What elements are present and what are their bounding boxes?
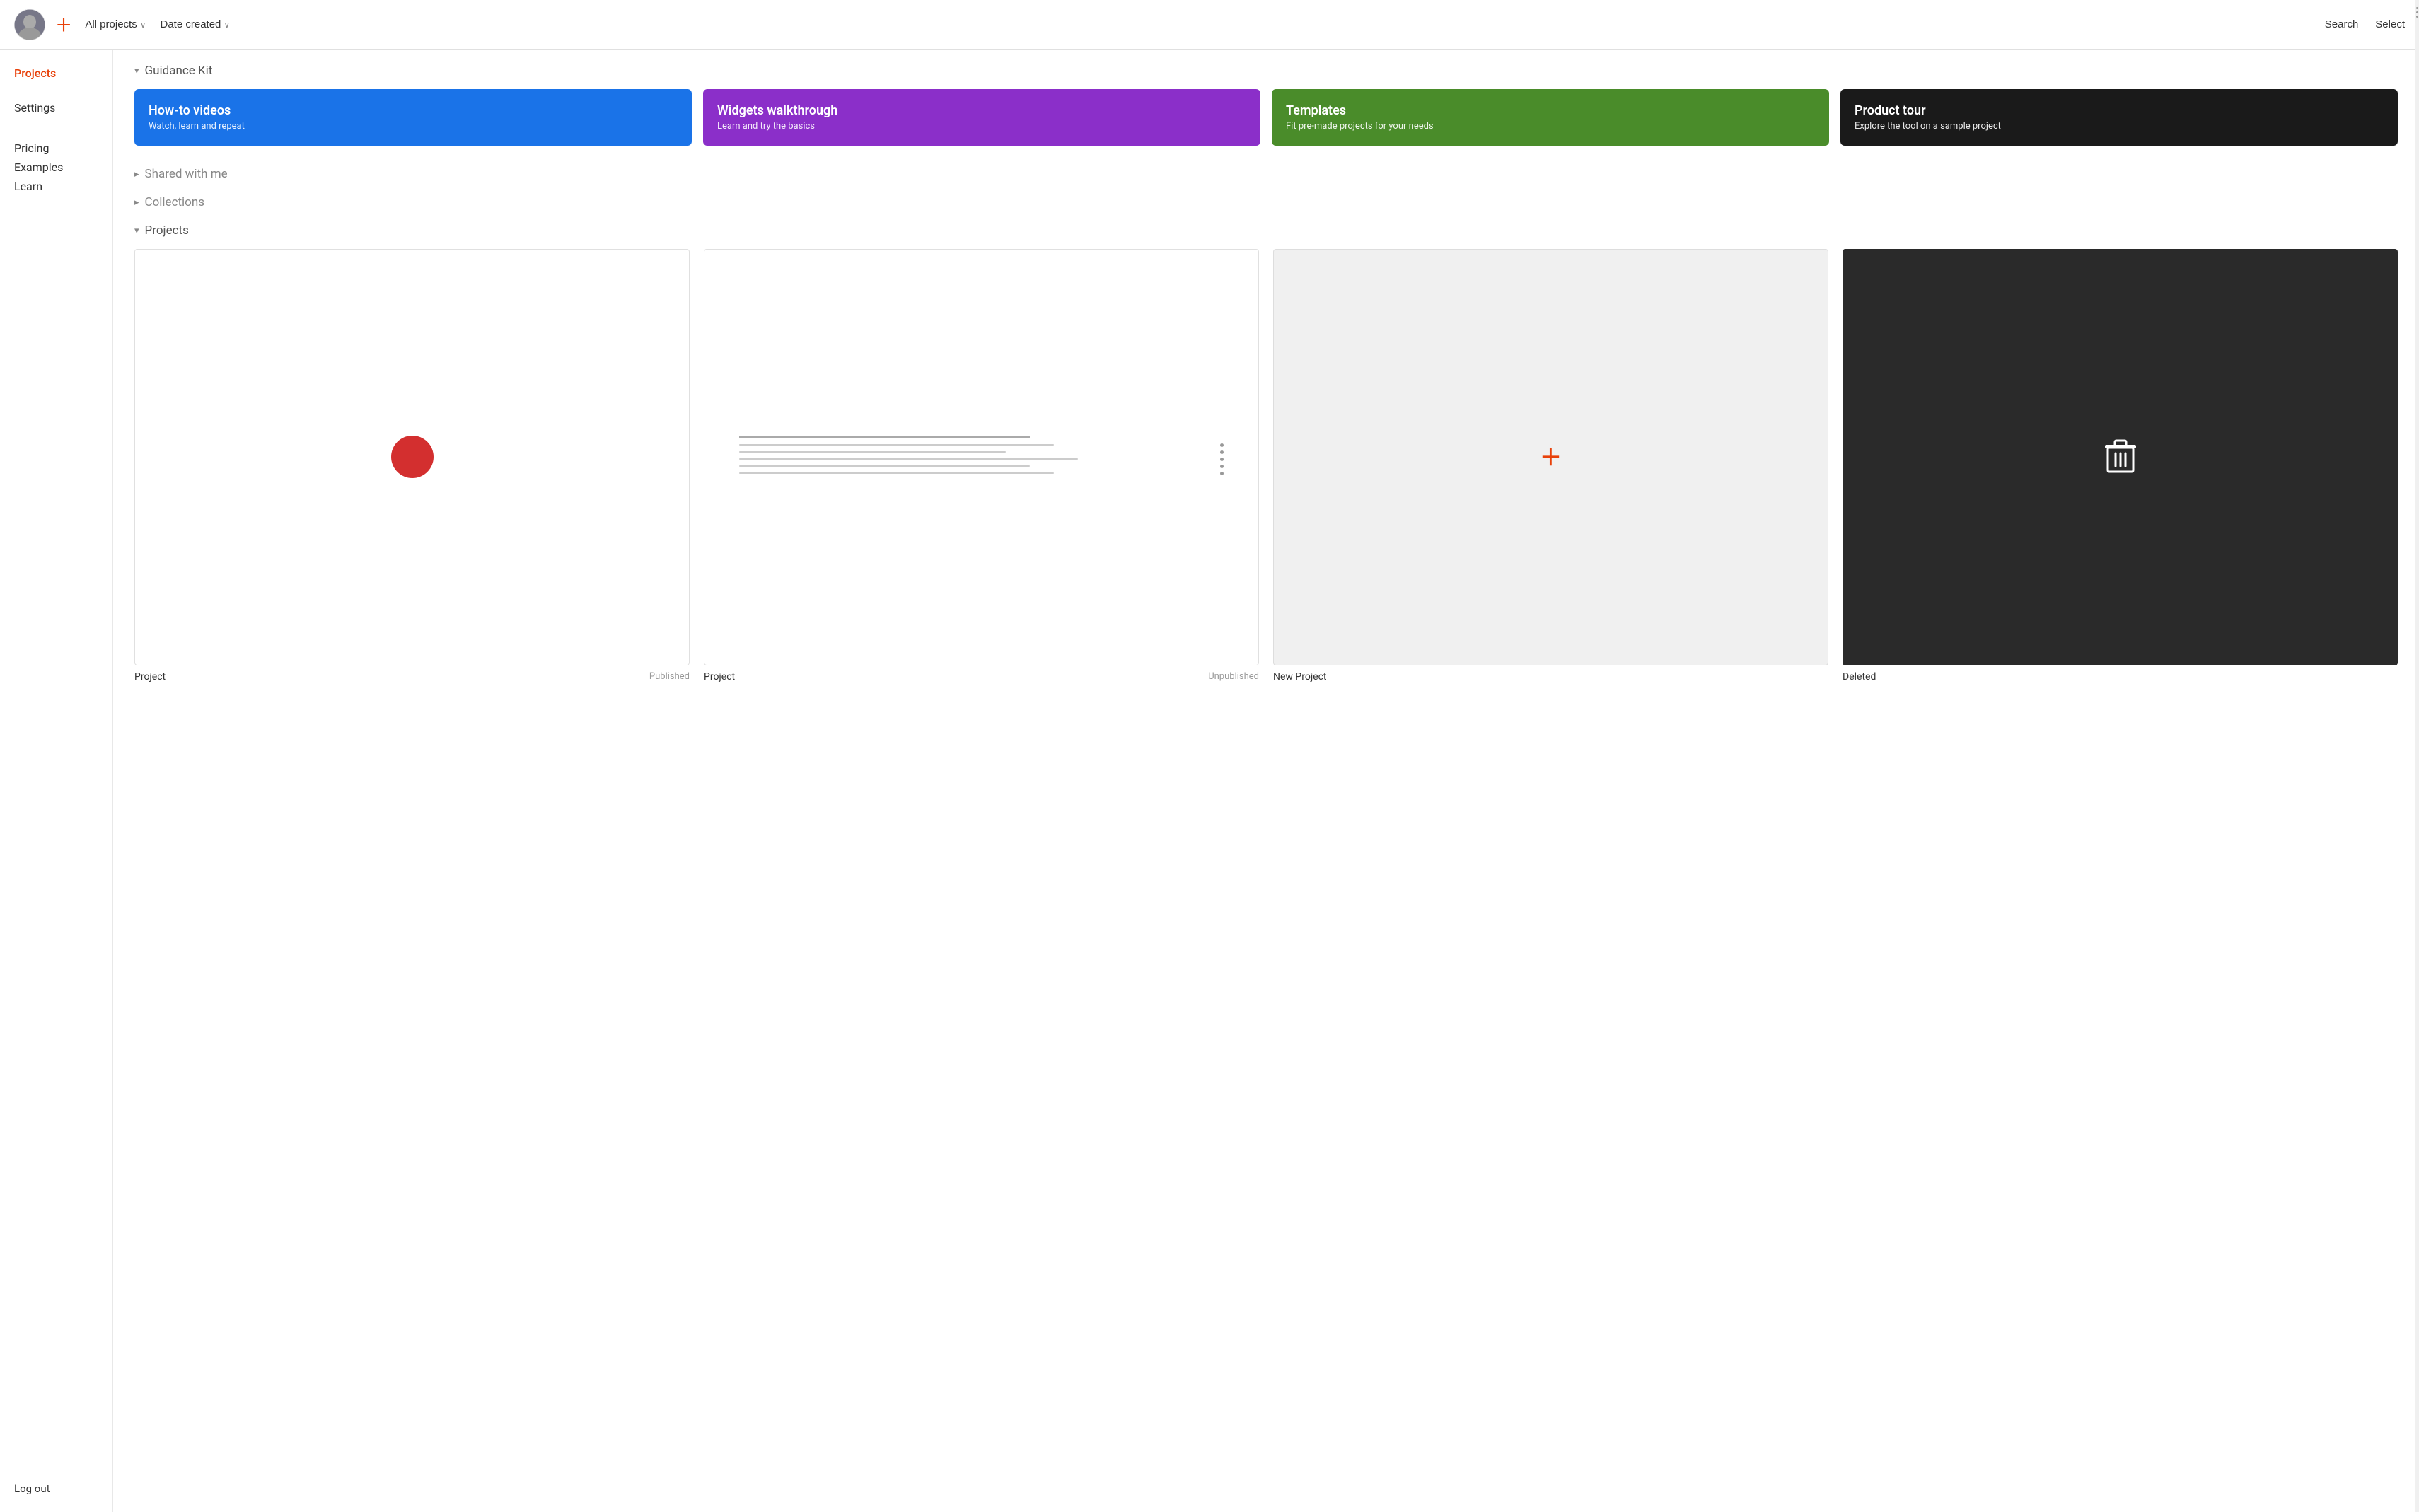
deleted-project-name: Deleted bbox=[1843, 671, 1876, 682]
new-project-meta: New Project bbox=[1273, 671, 1828, 682]
product-tour-card[interactable]: Product tour Explore the tool on a sampl… bbox=[1840, 89, 2398, 146]
templates-title: Templates bbox=[1286, 103, 1815, 118]
how-to-videos-card[interactable]: How-to videos Watch, learn and repeat bbox=[134, 89, 692, 146]
templates-card[interactable]: Templates Fit pre-made projects for your… bbox=[1272, 89, 1829, 146]
sidebar-item-pricing[interactable]: Pricing bbox=[14, 139, 98, 158]
guidance-kit-title: Guidance Kit bbox=[145, 64, 213, 78]
doc-row-5 bbox=[739, 472, 1224, 475]
widgets-walkthrough-card[interactable]: Widgets walkthrough Learn and try the ba… bbox=[703, 89, 1260, 146]
shared-with-me-chevron: ▸ bbox=[134, 169, 139, 180]
projects-grid: Project Published bbox=[134, 249, 2398, 682]
doc-dot-3 bbox=[1220, 458, 1224, 461]
collections-section: ▸ Collections bbox=[134, 195, 2398, 209]
project-1-status: Published bbox=[649, 671, 690, 682]
collections-chevron: ▸ bbox=[134, 197, 139, 208]
doc-line-1 bbox=[739, 444, 1054, 446]
logout-button[interactable]: Log out bbox=[14, 1479, 98, 1498]
project-2-doclist bbox=[732, 429, 1231, 486]
sidebar: Projects Settings Pricing Examples Learn… bbox=[0, 50, 113, 1512]
doc-title-line bbox=[739, 436, 1030, 438]
guidance-kit-chevron: ▾ bbox=[134, 66, 139, 76]
doc-row-3 bbox=[739, 458, 1224, 461]
project-2-thumb bbox=[704, 249, 1259, 665]
projects-section: ▾ Projects Project Published bbox=[134, 223, 2398, 682]
doc-row-4 bbox=[739, 465, 1224, 468]
header-actions: Search Select bbox=[2325, 18, 2405, 30]
project-2-status: Unpublished bbox=[1208, 671, 1259, 682]
new-project-plus-icon[interactable]: + bbox=[57, 12, 71, 37]
product-tour-title: Product tour bbox=[1855, 103, 2384, 118]
all-projects-filter[interactable]: All projects bbox=[85, 18, 146, 30]
widgets-walkthrough-title: Widgets walkthrough bbox=[717, 103, 1246, 118]
project-2-meta: Project Unpublished bbox=[704, 671, 1259, 682]
project-1-thumb bbox=[134, 249, 690, 665]
sidebar-item-learn[interactable]: Learn bbox=[14, 177, 98, 196]
deleted-project-thumb bbox=[1843, 249, 2398, 665]
avatar[interactable] bbox=[14, 9, 45, 40]
header-left: + bbox=[14, 9, 71, 40]
doc-row-1 bbox=[739, 443, 1224, 447]
doc-dot-1 bbox=[1220, 443, 1224, 447]
sidebar-footer: Log out bbox=[14, 1465, 98, 1498]
trash-icon bbox=[2105, 439, 2136, 475]
widgets-walkthrough-subtitle: Learn and try the basics bbox=[717, 121, 1246, 132]
guidance-kit-section: ▾ Guidance Kit How-to videos Watch, lear… bbox=[134, 64, 2398, 146]
guidance-kit-header[interactable]: ▾ Guidance Kit bbox=[134, 64, 2398, 78]
search-button[interactable]: Search bbox=[2325, 18, 2359, 30]
sidebar-item-examples[interactable]: Examples bbox=[14, 158, 98, 177]
project-1-circle bbox=[391, 436, 434, 478]
doc-line-3 bbox=[739, 458, 1078, 460]
shared-with-me-header[interactable]: ▸ Shared with me bbox=[134, 167, 2398, 181]
main-layout: Projects Settings Pricing Examples Learn… bbox=[0, 50, 2419, 1512]
project-2-name: Project bbox=[704, 671, 735, 682]
main-content: ▾ Guidance Kit How-to videos Watch, lear… bbox=[113, 50, 2419, 1512]
product-tour-subtitle: Explore the tool on a sample project bbox=[1855, 121, 2384, 132]
projects-header[interactable]: ▾ Projects bbox=[134, 223, 2398, 238]
doc-dot-5 bbox=[1220, 472, 1224, 475]
deleted-project-meta: Deleted bbox=[1843, 671, 2398, 682]
doc-line-2 bbox=[739, 451, 1006, 453]
templates-subtitle: Fit pre-made projects for your needs bbox=[1286, 121, 1815, 132]
doc-dot-4 bbox=[1220, 465, 1224, 468]
collections-title: Collections bbox=[145, 195, 205, 209]
project-card-2[interactable]: Project Unpublished bbox=[704, 249, 1259, 682]
project-card-1[interactable]: Project Published bbox=[134, 249, 690, 682]
edge-dot-1 bbox=[2416, 7, 2418, 9]
new-project-plus-icon: + bbox=[1541, 440, 1560, 474]
deleted-project-card[interactable]: Deleted bbox=[1843, 249, 2398, 682]
edge-dot-2 bbox=[2416, 11, 2418, 13]
app-header: + All projects Date created Search Selec… bbox=[0, 0, 2419, 50]
sidebar-item-projects[interactable]: Projects bbox=[14, 64, 98, 83]
shared-with-me-title: Shared with me bbox=[145, 167, 228, 181]
shared-with-me-section: ▸ Shared with me bbox=[134, 167, 2398, 181]
edge-indicator bbox=[2415, 0, 2419, 1512]
how-to-videos-title: How-to videos bbox=[149, 103, 678, 118]
guidance-cards-grid: How-to videos Watch, learn and repeat Wi… bbox=[134, 89, 2398, 146]
edge-dots bbox=[2415, 7, 2419, 18]
new-project-name: New Project bbox=[1273, 671, 1327, 682]
date-created-filter[interactable]: Date created bbox=[161, 18, 231, 30]
sidebar-secondary: Pricing Examples Learn bbox=[14, 139, 98, 196]
header-filters: All projects Date created bbox=[85, 18, 2324, 30]
doc-dot-2 bbox=[1220, 450, 1224, 454]
project-1-name: Project bbox=[134, 671, 166, 682]
collections-header[interactable]: ▸ Collections bbox=[134, 195, 2398, 209]
projects-chevron: ▾ bbox=[134, 226, 139, 236]
how-to-videos-subtitle: Watch, learn and repeat bbox=[149, 121, 678, 132]
projects-title: Projects bbox=[145, 223, 189, 238]
edge-dot-3 bbox=[2416, 16, 2418, 18]
new-project-thumb: + bbox=[1273, 249, 1828, 665]
doc-row-2 bbox=[739, 450, 1224, 454]
select-button[interactable]: Select bbox=[2375, 18, 2405, 30]
sidebar-nav: Projects Settings Pricing Examples Learn bbox=[14, 64, 98, 1465]
project-1-meta: Project Published bbox=[134, 671, 690, 682]
doc-line-4 bbox=[739, 465, 1030, 467]
sidebar-item-settings[interactable]: Settings bbox=[14, 98, 98, 117]
doc-line-5 bbox=[739, 472, 1054, 474]
new-project-card[interactable]: + New Project bbox=[1273, 249, 1828, 682]
